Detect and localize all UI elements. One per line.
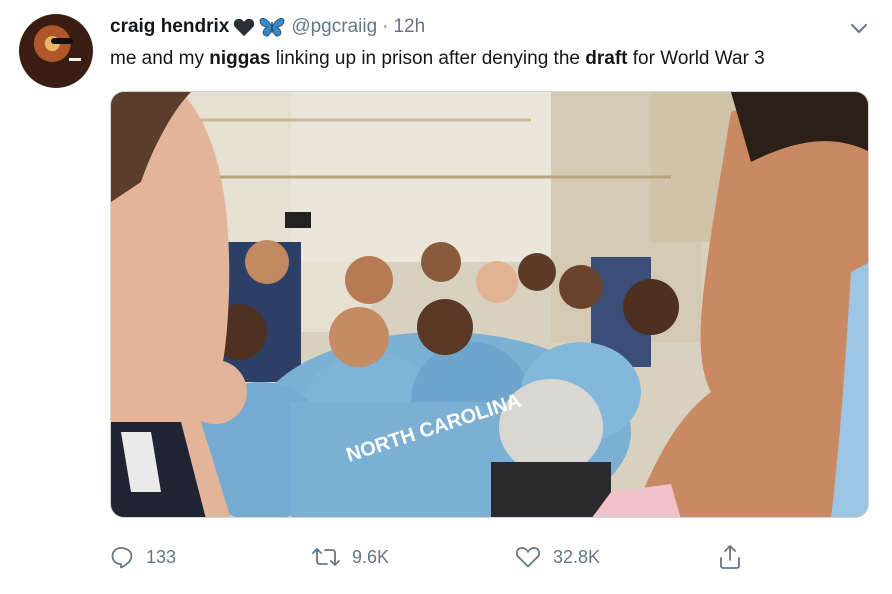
heart-icon [515,547,541,568]
share-icon [720,545,740,569]
black-heart-icon [233,17,255,37]
tweet-text-bold: niggas [209,48,271,69]
author-avatar[interactable] [19,14,93,88]
reply-icon [111,547,133,569]
video-frame: NORTH CAROLINA [111,92,868,517]
author-name[interactable]: craig hendrix [110,16,229,38]
like-count: 32.8K [553,546,601,567]
tweet-header: craig hendrix @pgcraiig · 12h [110,14,425,40]
avatar-cigarette [69,58,81,61]
tweet-text: me and my niggas linking up in prison af… [110,46,765,72]
retweet-count: 9.6K [352,546,390,567]
reply-button[interactable]: 133 [110,540,176,574]
separator-dot: · [382,16,389,37]
tweet-timestamp[interactable]: 12h [393,16,425,38]
tweet-text-bold: draft [585,48,628,69]
avatar-glasses [51,38,73,44]
butterfly-icon [259,16,285,38]
like-button[interactable]: 32.8K [515,540,600,574]
retweet-icon [312,548,340,566]
tweet-text-part: for World War 3 [627,48,765,69]
share-button[interactable] [718,540,754,574]
tweet-text-part: me and my [110,48,210,69]
tweet-text-part: linking up in prison after denying the [270,48,586,69]
retweet-button[interactable]: 9.6K [312,540,389,574]
tweet-actions: 133 9.6K 32.8K [0,540,892,574]
tweet-video[interactable]: NORTH CAROLINA [110,91,869,518]
chevron-down-icon[interactable] [848,17,870,39]
reply-count: 133 [146,546,177,567]
author-handle[interactable]: @pgcraiig [291,16,377,38]
